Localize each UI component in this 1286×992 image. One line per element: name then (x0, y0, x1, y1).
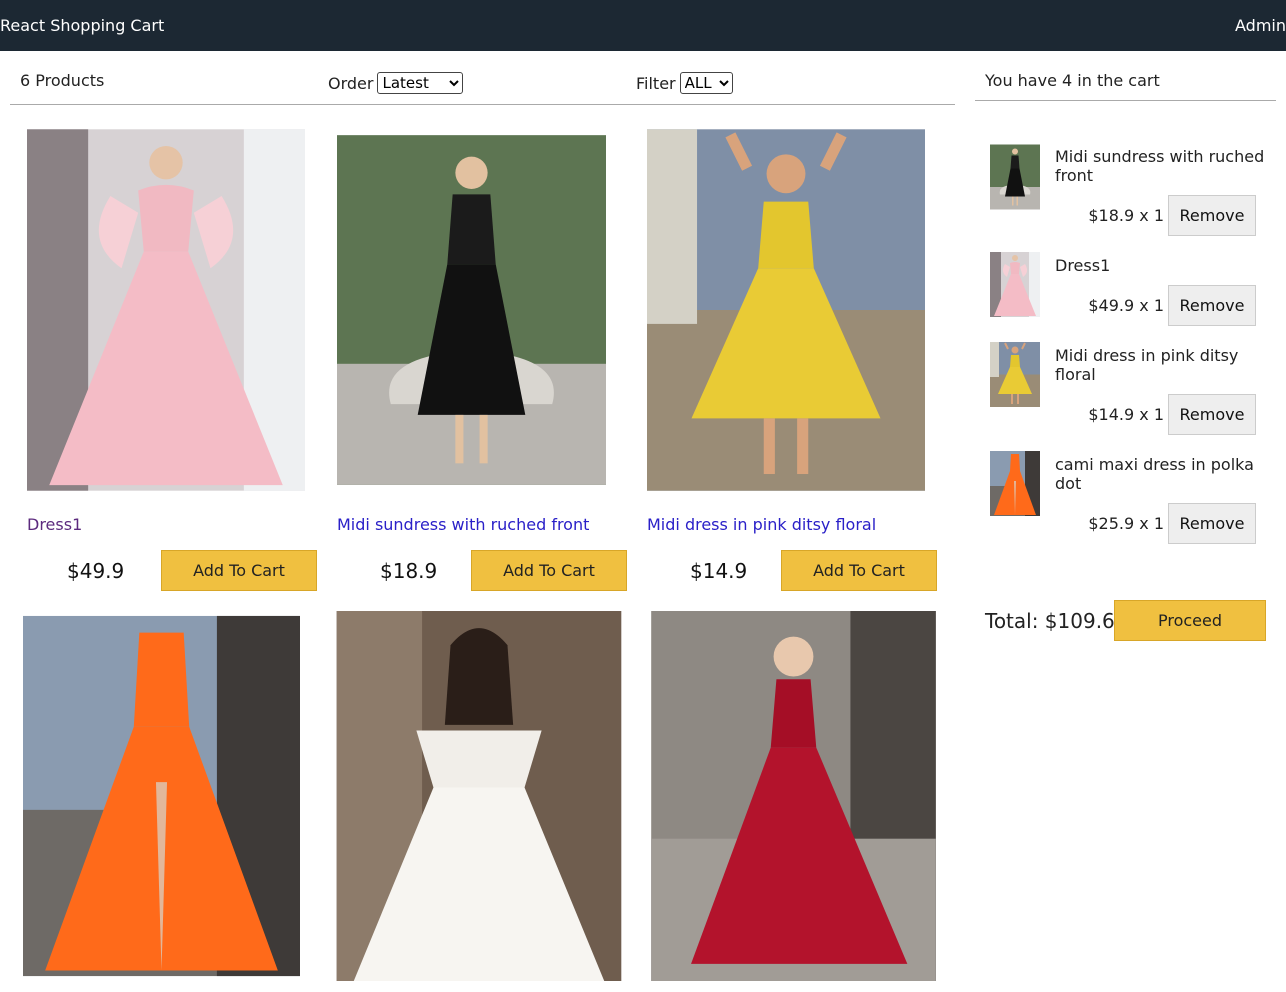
remove-button[interactable]: Remove (1168, 394, 1256, 435)
brand-link[interactable]: React Shopping Cart (0, 16, 164, 35)
cart-item-image (990, 251, 1040, 318)
order-select[interactable]: Latest (377, 72, 464, 94)
proceed-button[interactable]: Proceed (1114, 600, 1266, 641)
product-image-white[interactable] (333, 611, 625, 981)
header-bar: React Shopping Cart Admin (0, 0, 1286, 51)
product-image-dress1[interactable] (27, 125, 305, 495)
product-price: $14.9 (690, 559, 748, 583)
cart-heading: You have 4 in the cart (975, 62, 1276, 101)
product-image-midi-sundress[interactable] (337, 125, 606, 495)
cart-item-image (990, 450, 1040, 517)
product-price: $18.9 (380, 559, 438, 583)
cart-item-qty: $25.9 x 1 (1088, 514, 1164, 533)
filter-select[interactable]: ALL (679, 72, 733, 94)
cart-item-image (990, 143, 1040, 211)
product-price: $49.9 (67, 559, 125, 583)
remove-button[interactable]: Remove (1168, 195, 1256, 236)
add-to-cart-button[interactable]: Add To Cart (781, 550, 937, 591)
product-title-link[interactable]: Dress1 (27, 515, 82, 534)
cart-item-image (990, 341, 1040, 408)
product-count: 6 Products (20, 71, 105, 90)
add-to-cart-button[interactable]: Add To Cart (471, 550, 627, 591)
add-to-cart-button[interactable]: Add To Cart (161, 550, 317, 591)
cart-item-title: Dress1 (1055, 256, 1111, 275)
remove-button[interactable]: Remove (1168, 285, 1256, 326)
filter-bar: 6 Products Order Latest Filter ALL (10, 62, 955, 105)
product-image-midi-floral[interactable] (647, 125, 925, 495)
cart-item-qty: $49.9 x 1 (1088, 296, 1164, 315)
cart-item-title: Midi sundress with ruched front (1055, 147, 1265, 185)
order-control: Order Latest (328, 72, 464, 94)
filter-control: Filter ALL (636, 72, 733, 94)
admin-link[interactable]: Admin (1235, 16, 1286, 35)
remove-button[interactable]: Remove (1168, 503, 1256, 544)
cart-item-title: cami maxi dress in polka dot (1055, 455, 1254, 493)
cart-item-title: Midi dress in pink ditsy floral (1055, 346, 1239, 384)
cart-item-qty: $14.9 x 1 (1088, 405, 1164, 424)
product-image-red[interactable] (645, 611, 942, 981)
filter-label: Filter (636, 73, 676, 93)
product-title-link[interactable]: Midi sundress with ruched front (337, 515, 589, 534)
product-title-link[interactable]: Midi dress in pink ditsy floral (647, 515, 876, 534)
cart-total: Total: $109.6 (985, 609, 1115, 633)
product-image-orange[interactable] (23, 611, 300, 981)
order-label: Order (328, 73, 374, 93)
cart-item-qty: $18.9 x 1 (1088, 206, 1164, 225)
